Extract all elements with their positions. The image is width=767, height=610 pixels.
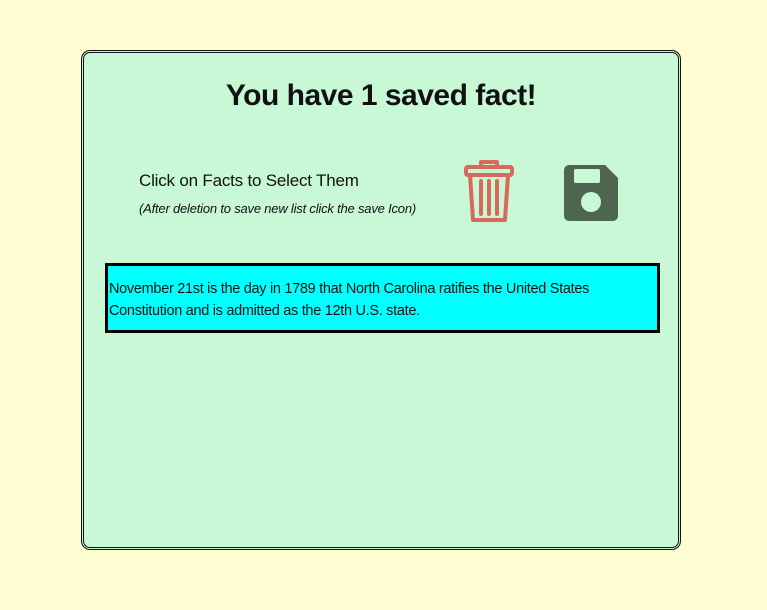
page-title: You have 1 saved fact! (225, 79, 537, 112)
delete-button[interactable] (464, 159, 514, 223)
instruction-text: Click on Facts to Select Them (139, 171, 359, 190)
instruction-note: (After deletion to save new list click t… (139, 201, 416, 216)
fact-item[interactable]: November 21st is the day in 1789 that No… (105, 263, 660, 333)
floppy-disk-icon (564, 165, 618, 221)
save-button[interactable] (564, 165, 618, 221)
fact-text: November 21st is the day in 1789 that No… (109, 281, 590, 319)
trash-icon (464, 160, 514, 222)
saved-facts-card: You have 1 saved fact! Click on Facts to… (83, 52, 679, 548)
